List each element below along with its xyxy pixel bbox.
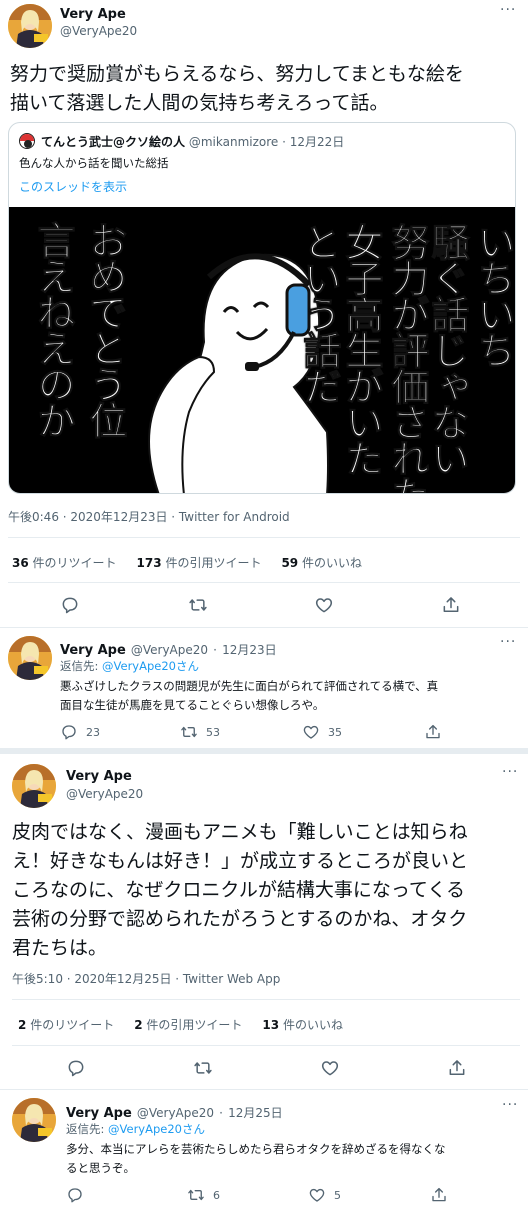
- quote-author-handle: @mikanmizore: [188, 135, 279, 149]
- reply-text-line: 悪ふざけしたクラスの問題児が先生に面白がられて評価されてる横で、真: [60, 679, 439, 693]
- tweet-stats: 2 件のリツイート 2 件の引用ツイート 13 件のいいね: [18, 1016, 343, 1033]
- like-action[interactable]: 35: [302, 723, 342, 741]
- quotes-stat[interactable]: 173 件の引用ツイート: [137, 554, 262, 571]
- image-caption-line: という話だ: [297, 223, 342, 404]
- quote-author-name: てんとう武士@クソ絵の人: [41, 135, 186, 149]
- image-caption-line: おめでとう位: [83, 221, 128, 438]
- image-caption: いちいち 騒ぐ話じゃない 努力が評価された 女子高生がいた という話だ おめでと…: [9, 207, 516, 494]
- reply-text: 悪ふざけしたクラスの問題児が先生に面白がられて評価されてる横で、真 面目な生徒が…: [60, 677, 516, 715]
- author-handle[interactable]: @VeryApe20: [66, 787, 143, 801]
- tweet-text-line: 努力で奨励賞がもらえるなら、努力してまともな絵を: [10, 63, 464, 85]
- retweets-stat[interactable]: 36 件のリツイート: [12, 554, 117, 571]
- reply-date[interactable]: 12月25日: [228, 1106, 283, 1120]
- reply-to-handle[interactable]: @VeryApe20さん: [102, 659, 199, 673]
- reply-icon[interactable]: [66, 1186, 84, 1204]
- tweet-text-line: 皮肉ではなく、漫画もアニメも「難しいことは知らね: [12, 821, 468, 843]
- avatar: [19, 133, 35, 149]
- quote-text: 色んな人から話を聞いた総括: [19, 156, 169, 170]
- author-handle[interactable]: @VeryApe20: [137, 1106, 214, 1120]
- like-action[interactable]: 5: [308, 1186, 341, 1204]
- reply-action[interactable]: 23: [60, 723, 100, 741]
- tweet-timestamp[interactable]: 午後0:46 · 2020年12月23日 · Twitter for Andro…: [8, 508, 290, 525]
- quote-date: 12月22日: [289, 135, 345, 149]
- author-name[interactable]: Very Ape: [66, 1106, 132, 1121]
- reply-count: 23: [86, 725, 100, 739]
- image-caption-line: 騒ぐ話じゃない: [425, 223, 470, 476]
- tweet-text-line: え！好きなもんは好き！」が成立するところが良いと: [12, 850, 469, 872]
- tweet-text: 皮肉ではなく、漫画もアニメも「難しいことは知らね え！好きなもんは好き！」が成立…: [12, 818, 520, 963]
- reply-header: Very Ape @VeryApe20 · 12月25日: [66, 1106, 283, 1121]
- like-count: 5: [334, 1188, 341, 1202]
- avatar[interactable]: [8, 636, 52, 680]
- share-icon[interactable]: [447, 1058, 467, 1078]
- reply-text: 多分、本当にアレらを芸術たらしめたら君らオタクを辞めざるを得なくな ると思うぞ。: [66, 1140, 520, 1178]
- share-icon[interactable]: [441, 595, 461, 615]
- heart-icon[interactable]: [320, 1058, 340, 1078]
- reply-to: 返信先: @VeryApe20さん: [60, 659, 199, 673]
- image-caption-line: 女子高生がいた: [339, 223, 384, 476]
- reply-to-handle[interactable]: @VeryApe20さん: [108, 1122, 205, 1136]
- quotes-stat[interactable]: 2 件の引用ツイート: [134, 1016, 242, 1033]
- retweets-stat[interactable]: 2 件のリツイート: [18, 1016, 114, 1033]
- like-count: 35: [328, 725, 342, 739]
- author-name[interactable]: Very Ape: [60, 7, 126, 22]
- reply-text-line: ると思うぞ。: [66, 1161, 135, 1175]
- divider: [8, 582, 520, 583]
- reply-text-line: 多分、本当にアレらを芸術たらしめたら君らオタクを辞めざるを得なくな: [66, 1142, 446, 1156]
- avatar[interactable]: [12, 764, 56, 808]
- image-caption-line: 努力が評価された: [385, 223, 430, 494]
- author-handle[interactable]: @VeryApe20: [60, 24, 137, 38]
- more-horizontal-icon[interactable]: ···: [500, 2, 516, 18]
- heart-icon: [308, 1186, 326, 1204]
- divider: [0, 1089, 528, 1090]
- tweet-timestamp[interactable]: 午後5:10 · 2020年12月25日 · Twitter Web App: [12, 970, 280, 987]
- reply-to: 返信先: @VeryApe20さん: [66, 1122, 205, 1136]
- reply-text-line: 面目な生徒が馬鹿を見てることぐらい想像しろや。: [60, 698, 325, 712]
- likes-stat[interactable]: 13 件のいいね: [262, 1016, 343, 1033]
- reply-header: Very Ape @VeryApe20 · 12月23日: [60, 643, 277, 658]
- divider: [8, 537, 520, 538]
- retweet-action[interactable]: 53: [180, 723, 220, 741]
- author-handle[interactable]: @VeryApe20: [131, 643, 208, 657]
- divider: [0, 748, 528, 754]
- reply-date[interactable]: 12月23日: [222, 643, 277, 657]
- tweet-text: 努力で奨励賞がもらえるなら、努力してまともな絵を 描いて落選した人間の気持ち考え…: [10, 60, 520, 118]
- tweet-text-line: 君たちは。: [12, 937, 108, 959]
- image-caption-line: 言えねえのか: [31, 221, 76, 438]
- reply-icon[interactable]: [66, 1058, 86, 1078]
- image-caption-line: いちいち: [471, 223, 516, 368]
- divider: [0, 627, 528, 628]
- reply-icon: [60, 723, 78, 741]
- show-thread-link[interactable]: このスレッドを表示: [19, 178, 127, 195]
- retweet-count: 53: [206, 725, 220, 739]
- more-horizontal-icon[interactable]: ···: [502, 764, 518, 780]
- tweet-text-line: ころなのに、なぜクロニクルが結構大事になってくる: [12, 879, 465, 901]
- tweet-text-line: 描いて落選した人間の気持ち考えろって話。: [10, 92, 389, 114]
- retweet-icon[interactable]: [188, 595, 208, 615]
- more-horizontal-icon[interactable]: ···: [502, 1097, 518, 1113]
- likes-stat[interactable]: 59 件のいいね: [281, 554, 362, 571]
- avatar[interactable]: [8, 4, 52, 48]
- tweet-stats: 36 件のリツイート 173 件の引用ツイート 59 件のいいね: [12, 554, 362, 571]
- divider: [12, 999, 520, 1000]
- tweet-text-line: 芸術の分野で認められたがろうとするのかね、オタク: [12, 908, 468, 930]
- retweet-count: 6: [213, 1188, 220, 1202]
- retweet-icon: [180, 723, 198, 741]
- reply-icon[interactable]: [60, 595, 80, 615]
- share-icon[interactable]: [424, 723, 442, 741]
- more-horizontal-icon[interactable]: ···: [500, 634, 516, 650]
- share-icon[interactable]: [430, 1186, 448, 1204]
- retweet-action[interactable]: 6: [187, 1186, 220, 1204]
- heart-icon[interactable]: [314, 595, 334, 615]
- quote-image[interactable]: いちいち 騒ぐ話じゃない 努力が評価された 女子高生がいた という話だ おめでと…: [9, 207, 516, 494]
- retweet-icon[interactable]: [193, 1058, 213, 1078]
- heart-icon: [302, 723, 320, 741]
- author-name[interactable]: Very Ape: [66, 769, 132, 784]
- author-name[interactable]: Very Ape: [60, 643, 126, 658]
- divider: [12, 1045, 520, 1046]
- avatar[interactable]: [12, 1098, 56, 1142]
- quote-tweet[interactable]: てんとう武士@クソ絵の人 @mikanmizore · 12月22日 色んな人か…: [8, 122, 516, 494]
- retweet-icon: [187, 1186, 205, 1204]
